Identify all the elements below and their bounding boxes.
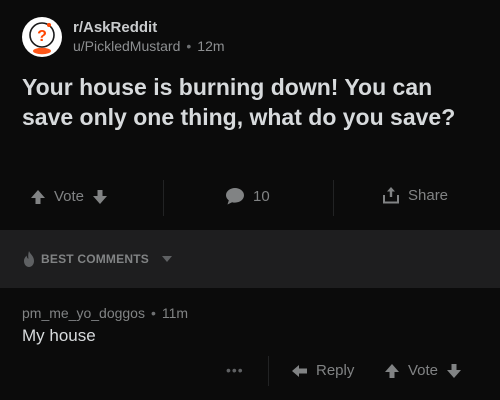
comment-action-bar: ••• Reply Vote <box>0 354 500 390</box>
sort-label: BEST COMMENTS <box>41 252 149 266</box>
comment-vote-control: Vote <box>384 362 462 379</box>
post-author[interactable]: u/PickledMustard <box>73 37 180 55</box>
post-vote-control: Vote <box>30 188 108 205</box>
comment-meta: pm_me_yo_doggos • 11m <box>22 305 188 321</box>
svg-text:?: ? <box>37 28 47 45</box>
comment-author[interactable]: pm_me_yo_doggos <box>22 305 145 321</box>
action-divider <box>268 356 269 386</box>
separator-dot: • <box>186 38 192 54</box>
reply-button[interactable]: Reply <box>292 362 362 379</box>
comment-count: 10 <box>253 187 270 205</box>
arrow-down-icon[interactable] <box>446 363 462 379</box>
arrow-up-icon[interactable] <box>384 363 400 379</box>
post-age: 12m <box>197 38 225 54</box>
arrow-down-icon[interactable] <box>92 189 108 205</box>
subreddit-avatar-icon[interactable]: ? <box>22 17 62 57</box>
comments-sort-bar[interactable]: BEST COMMENTS <box>0 230 500 288</box>
reply-arrow-icon <box>292 364 308 378</box>
reply-label: Reply <box>316 362 355 379</box>
comment-item: pm_me_yo_doggos • 11m My house ••• Reply… <box>0 288 500 400</box>
comments-button[interactable]: 10 <box>225 186 278 206</box>
action-divider <box>333 180 334 216</box>
separator-dot: • <box>150 305 156 321</box>
action-divider <box>163 180 164 216</box>
comment-age: 11m <box>161 305 189 321</box>
comment-body[interactable]: My house <box>22 326 96 346</box>
more-options-icon[interactable]: ••• <box>226 362 244 378</box>
vote-label: Vote <box>408 362 439 379</box>
chevron-down-icon[interactable] <box>161 255 173 263</box>
share-button[interactable]: Share <box>382 186 456 204</box>
post-title[interactable]: Your house is burning down! You can save… <box>22 72 478 132</box>
share-icon <box>382 186 400 204</box>
vote-label: Vote <box>54 188 85 205</box>
flame-icon <box>22 251 36 267</box>
post-meta: r/AskReddit u/PickledMustard • 12m <box>73 19 225 55</box>
post-action-bar: Vote 10 Share <box>0 176 500 220</box>
post-header: ? r/AskReddit u/PickledMustard • 12m <box>22 17 225 57</box>
post-card: ? r/AskReddit u/PickledMustard • 12m You… <box>0 0 500 230</box>
speech-bubble-icon <box>225 186 245 206</box>
post-byline: u/PickledMustard • 12m <box>73 37 225 55</box>
arrow-up-icon[interactable] <box>30 189 46 205</box>
share-label: Share <box>408 186 449 204</box>
subreddit-name[interactable]: r/AskReddit <box>73 19 225 37</box>
